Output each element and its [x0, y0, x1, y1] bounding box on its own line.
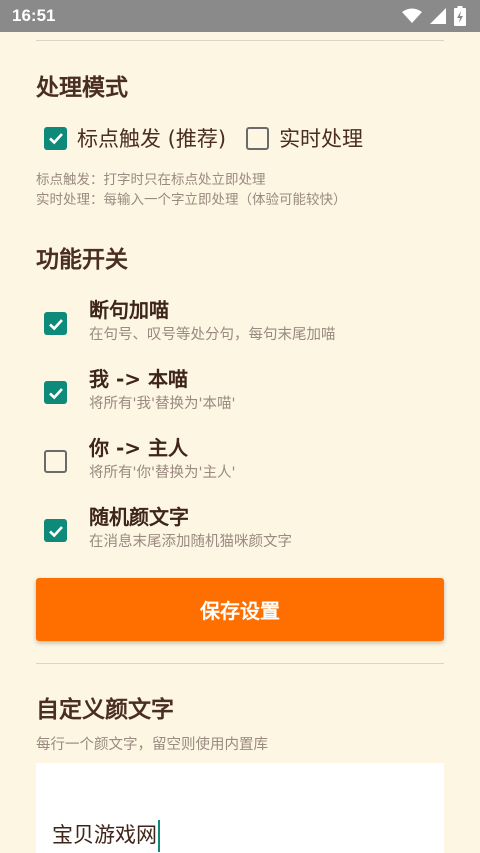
signal-icon — [430, 8, 446, 24]
save-settings-button[interactable]: 保存设置 — [36, 578, 444, 641]
check-icon — [48, 525, 63, 537]
check-icon — [48, 133, 63, 145]
feature-desc: 将所有'你'替换为'主人' — [89, 465, 236, 481]
wifi-icon — [402, 8, 422, 23]
mode-hint-line: 实时处理：每输入一个字立即处理（体验可能较快） — [36, 192, 347, 208]
checkbox-checked[interactable] — [44, 381, 67, 404]
mode-option-label: 标点触发 (推荐) — [77, 127, 227, 151]
feature-title: 断句加喵 — [89, 298, 169, 322]
mode-option-punctuation[interactable]: 标点触发 (推荐) — [44, 123, 226, 153]
check-icon — [48, 387, 63, 399]
feature-item-random-kaomoji[interactable]: 随机颜文字 在消息末尾添加随机猫咪颜文字 — [44, 505, 292, 551]
text-caret — [158, 820, 160, 852]
feature-title: 我 -> 本喵 — [89, 367, 188, 391]
mode-option-label: 实时处理 — [279, 127, 364, 151]
status-bar: 16:51 — [0, 0, 480, 32]
feature-title: 你 -> 主人 — [89, 436, 188, 460]
feature-title: 随机颜文字 — [89, 505, 189, 529]
checkbox-checked[interactable] — [44, 312, 67, 335]
mode-options: 标点触发 (推荐) 实时处理 — [44, 123, 363, 153]
top-divider — [36, 40, 444, 41]
custom-section-hint: 每行一个颜文字，留空则使用内置库 — [36, 737, 268, 753]
section-divider — [36, 663, 444, 664]
input-value: 宝贝游戏网 — [52, 823, 157, 847]
checkbox-unchecked[interactable] — [246, 126, 270, 150]
custom-section-title: 自定义颜文字 — [36, 697, 174, 723]
feature-item-you-to-master[interactable]: 你 -> 主人 将所有'你'替换为'主人' — [44, 436, 235, 482]
feature-desc: 在句号、叹号等处分句，每句末尾加喵 — [89, 327, 336, 343]
mode-option-realtime[interactable]: 实时处理 — [246, 123, 363, 153]
feature-item-me-to-benmiao[interactable]: 我 -> 本喵 将所有'我'替换为'本喵' — [44, 367, 235, 413]
mode-hint-line: 标点触发：打字时只在标点处立即处理 — [36, 172, 266, 188]
checkbox-checked[interactable] — [44, 126, 67, 150]
feature-desc: 在消息末尾添加随机猫咪颜文字 — [89, 534, 292, 550]
feature-item-sentence-meow[interactable]: 断句加喵 在句号、叹号等处分句，每句末尾加喵 — [44, 298, 336, 344]
feature-section-title: 功能开关 — [36, 247, 128, 273]
custom-kaomoji-input[interactable]: 宝贝游戏网 — [36, 763, 444, 853]
check-icon — [48, 318, 63, 330]
mode-section-title: 处理模式 — [36, 75, 128, 101]
checkbox-unchecked[interactable] — [44, 450, 67, 473]
status-icons — [402, 6, 466, 26]
battery-charging-icon — [454, 6, 466, 26]
status-time: 16:51 — [12, 6, 56, 25]
checkbox-checked[interactable] — [44, 519, 67, 542]
feature-desc: 将所有'我'替换为'本喵' — [89, 396, 236, 412]
